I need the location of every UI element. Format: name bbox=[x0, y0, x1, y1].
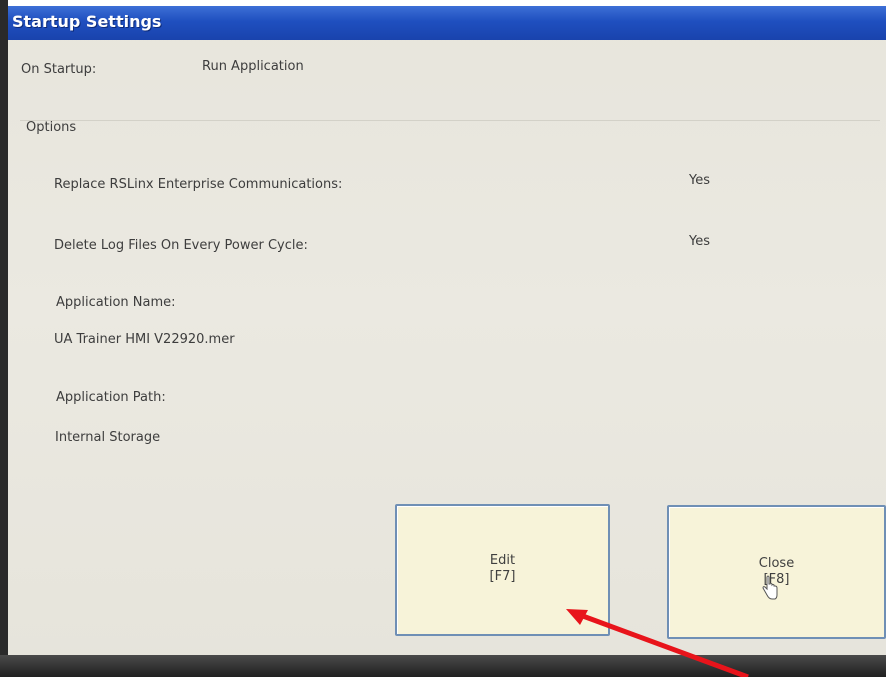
red-arrow-annotation-icon bbox=[566, 609, 749, 677]
